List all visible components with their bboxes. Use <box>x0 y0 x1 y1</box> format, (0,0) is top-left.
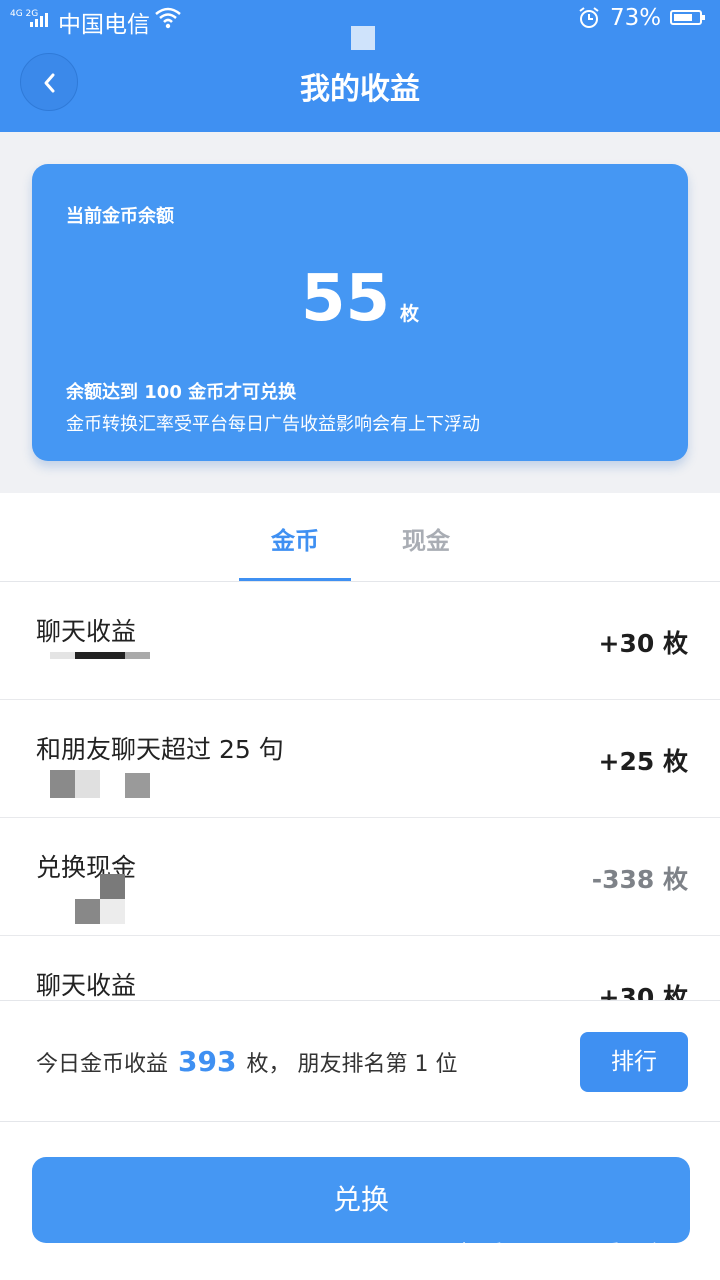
item-title: 和朋友聊天超过 25 句 <box>36 735 284 764</box>
item-amount: -338 枚 <box>591 865 688 894</box>
today-prefix: 今日金币收益 <box>36 1052 169 1077</box>
balance-label: 当前金币余额 <box>66 206 174 227</box>
item-amount: +30 枚 <box>598 983 688 1000</box>
signal-icon <box>30 11 52 27</box>
exchange-rule: 余额达到 100 金币才可兑换 <box>66 382 297 403</box>
page-title: 我的收益 <box>300 72 420 107</box>
list-item[interactable]: 兑换现金 -338 枚 <box>0 818 720 936</box>
wifi-icon <box>155 7 181 35</box>
transaction-list[interactable]: 聊天收益 +30 枚 和朋友聊天超过 25 句 +25 枚 兑换现金 -338 … <box>0 582 720 1000</box>
tab-gold[interactable]: 金币 <box>239 521 351 556</box>
item-amount: +30 枚 <box>598 629 688 658</box>
tab-cash[interactable]: 现金 <box>370 521 482 556</box>
redacted-info <box>50 652 160 680</box>
battery-percent: 73% <box>610 5 662 31</box>
balance-amount: 55 枚 <box>32 262 688 336</box>
exchange-note: 金币转换汇率受平台每日广告收益影响会有上下浮动 <box>66 414 480 435</box>
list-item[interactable]: 聊天收益 +30 枚 <box>0 582 720 700</box>
balance-card: 当前金币余额 55 枚 余额达到 100 金币才可兑换 金币转换汇率受平台每日广告… <box>32 164 688 461</box>
app-header: 4G 2G 中国电信 73% 我的收益 <box>0 0 720 132</box>
active-tab-indicator <box>239 578 351 581</box>
carrier-label: 中国电信 <box>58 12 150 38</box>
exchange-button[interactable]: 兑换 <box>32 1157 690 1243</box>
today-summary: 今日金币收益 393 枚， 朋友排名第 1 位 <box>36 1045 457 1078</box>
balance-unit: 枚 <box>400 303 420 325</box>
camera-indicator <box>351 26 375 50</box>
balance-value: 55 <box>300 262 391 336</box>
redacted-info <box>50 770 160 798</box>
redacted-info <box>50 874 160 924</box>
battery-icon <box>670 10 705 25</box>
today-suffix: 枚， 朋友排名第 1 位 <box>246 1052 458 1077</box>
rank-button[interactable]: 排行 <box>580 1032 688 1092</box>
item-title: 聊天收益 <box>36 617 137 646</box>
list-item[interactable]: 和朋友聊天超过 25 句 +25 枚 <box>0 700 720 818</box>
tab-bar: 金币 现金 <box>0 493 720 582</box>
list-item[interactable]: 聊天收益 +30 枚 <box>0 936 720 1000</box>
item-amount: +25 枚 <box>598 747 688 776</box>
watermark: 知乎 @尽量只看三个回答 <box>460 1242 709 1267</box>
alarm-icon <box>578 6 600 36</box>
today-amount: 393 <box>178 1045 237 1078</box>
today-summary-bar: 今日金币收益 393 枚， 朋友排名第 1 位 排行 <box>0 1000 720 1122</box>
item-title: 聊天收益 <box>36 971 137 1000</box>
